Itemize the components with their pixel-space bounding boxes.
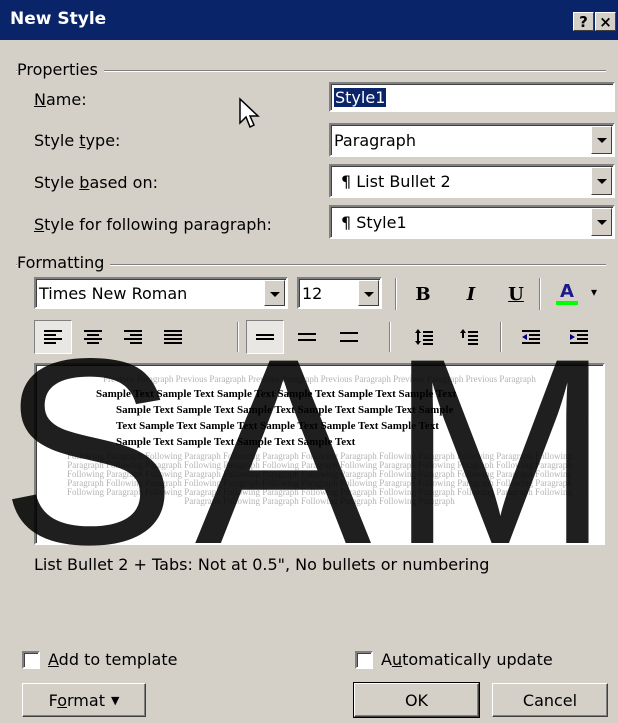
decrease-indent-icon [522, 330, 540, 344]
toolbar-separator [500, 322, 502, 352]
increase-indent-icon [570, 330, 588, 344]
double-spacing-icon [340, 332, 358, 342]
justify-icon [164, 330, 182, 344]
mouse-pointer-icon [239, 97, 260, 129]
align-right-button[interactable] [114, 320, 152, 354]
preview-previous-paragraph: Previous Paragraph Previous Paragraph Pr… [103, 374, 536, 384]
based-on-label: Style based on: [34, 173, 158, 192]
format-button-label: Format [48, 690, 105, 710]
style-type-select[interactable]: Paragraph [329, 123, 615, 157]
properties-divider [16, 70, 606, 72]
name-label: Name: [34, 90, 87, 109]
add-to-template-checkbox[interactable] [22, 651, 40, 669]
style-description: List Bullet 2 + Tabs: Not at 0.5", No bu… [34, 555, 490, 574]
following-label: Style for following paragraph: [34, 215, 272, 234]
space-after-icon [460, 329, 478, 345]
align-left-icon [44, 330, 62, 344]
one-half-spacing-button[interactable] [288, 320, 326, 354]
toolbar-separator [539, 278, 541, 310]
font-size-dropdown-button[interactable] [358, 280, 379, 306]
based-on-dropdown-button[interactable] [591, 167, 612, 195]
pilcrow-icon: ¶ [341, 213, 357, 232]
style-preview: Previous Paragraph Previous Paragraph Pr… [34, 363, 605, 545]
window-title: New Style [10, 9, 107, 29]
align-center-button[interactable] [74, 320, 112, 354]
style-type-dropdown-button[interactable] [591, 126, 612, 154]
space-before-icon [415, 329, 433, 345]
preview-sample-line: Sample Text Sample Text Sample Text Samp… [96, 388, 457, 400]
pilcrow-icon: ¶ [341, 172, 357, 191]
ok-button[interactable]: OK [353, 682, 480, 718]
single-spacing-button[interactable] [246, 320, 284, 354]
double-spacing-button[interactable] [330, 320, 368, 354]
preview-sample-line: Sample Text Sample Text Sample Text Samp… [116, 404, 454, 416]
font-color-button[interactable]: A [545, 277, 589, 311]
toolbar-separator [395, 278, 397, 310]
align-right-icon [124, 330, 142, 344]
chevron-down-icon: ▼ [110, 693, 120, 707]
close-button[interactable]: × [595, 12, 616, 31]
help-button[interactable]: ? [573, 12, 594, 31]
font-dropdown-button[interactable] [264, 280, 285, 306]
font-select[interactable]: Times New Roman [34, 277, 288, 309]
space-after-button[interactable] [450, 320, 488, 354]
name-input[interactable]: Style1 [329, 82, 615, 112]
title-bar[interactable]: New Style ? × [0, 0, 618, 40]
preview-following-paragraph: Following Paragraph Following Paragraph … [67, 451, 572, 506]
font-value: Times New Roman [39, 284, 188, 303]
one-half-spacing-icon [298, 333, 316, 341]
align-left-button[interactable] [34, 320, 72, 354]
properties-group-label: Properties [17, 60, 104, 79]
formatting-group-label: Formatting [17, 253, 111, 272]
style-type-label: Style type: [34, 131, 121, 150]
add-to-template-label[interactable]: Add to template [48, 650, 177, 669]
font-color-icon: A [560, 281, 574, 302]
based-on-select[interactable]: ¶ List Bullet 2 [329, 164, 615, 198]
name-value: Style1 [334, 88, 387, 107]
following-dropdown-button[interactable] [591, 208, 612, 236]
decrease-indent-button[interactable] [512, 320, 550, 354]
space-before-button[interactable] [405, 320, 443, 354]
font-size-value: 12 [302, 284, 323, 303]
justify-button[interactable] [154, 320, 192, 354]
following-value: Style1 [356, 213, 407, 232]
based-on-value: List Bullet 2 [356, 172, 451, 191]
toolbar-separator [237, 322, 239, 352]
auto-update-label[interactable]: Automatically update [381, 650, 553, 669]
font-size-select[interactable]: 12 [297, 277, 382, 309]
toolbar-separator [389, 322, 391, 352]
align-center-icon [84, 330, 102, 344]
underline-button[interactable]: U [497, 277, 535, 311]
preview-sample-text: Sample Text Sample Text Sample Text Samp… [36, 386, 603, 450]
preview-sample-line: Text Sample Text Sample Text Sample Text… [116, 420, 439, 432]
increase-indent-button[interactable] [560, 320, 598, 354]
font-color-swatch [556, 301, 578, 305]
style-type-value: Paragraph [334, 131, 416, 150]
cancel-button[interactable]: Cancel [492, 683, 608, 717]
bold-button[interactable]: B [404, 277, 442, 311]
italic-button[interactable]: I [452, 277, 490, 311]
single-spacing-icon [256, 334, 274, 340]
format-button[interactable]: Format ▼ [22, 683, 146, 717]
preview-sample-line: Sample Text Sample Text Sample Text Samp… [116, 436, 356, 448]
chevron-down-icon[interactable]: ▾ [591, 285, 597, 299]
following-select[interactable]: ¶ Style1 [329, 205, 615, 239]
auto-update-checkbox[interactable] [355, 651, 373, 669]
